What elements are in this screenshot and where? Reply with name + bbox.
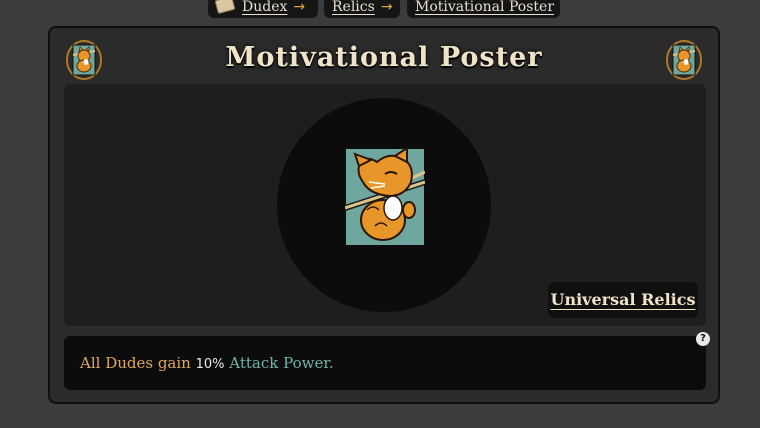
cat-poster-corner-icon xyxy=(666,40,702,80)
category-button[interactable]: Universal Relics xyxy=(548,282,698,318)
breadcrumb-dudex-label[interactable]: Dudex xyxy=(242,0,287,15)
breadcrumb-relics[interactable]: Relics → xyxy=(324,0,400,18)
hanging-cat-poster-icon xyxy=(345,148,425,246)
page-title: Motivational Poster xyxy=(225,42,543,73)
breadcrumb-current-label: Motivational Poster xyxy=(415,0,555,15)
relic-showcase: Universal Relics xyxy=(64,84,706,326)
relic-backdrop xyxy=(277,98,491,312)
relic-panel: Motivational Poster Universal Relics All… xyxy=(48,26,720,404)
description-prefix: All Dudes gain xyxy=(80,354,196,372)
relic-description: All Dudes gain 10% Attack Power. ? xyxy=(64,332,710,392)
book-icon xyxy=(214,0,236,15)
description-end: . xyxy=(328,354,334,372)
arrow-right-icon: → xyxy=(293,0,306,15)
breadcrumb-relics-label[interactable]: Relics xyxy=(332,0,375,15)
breadcrumb-dudex[interactable]: Dudex → xyxy=(208,0,318,18)
category-label[interactable]: Universal Relics xyxy=(551,290,696,309)
breadcrumb-current: Motivational Poster xyxy=(407,0,560,18)
description-stat: Attack Power xyxy=(229,354,329,372)
description-text: All Dudes gain 10% Attack Power. xyxy=(80,336,334,392)
description-value: 10% xyxy=(195,357,225,372)
help-icon[interactable]: ? xyxy=(696,332,710,346)
breadcrumb: Dudex → Relics → Motivational Poster xyxy=(0,0,760,20)
arrow-right-icon: → xyxy=(380,0,393,15)
